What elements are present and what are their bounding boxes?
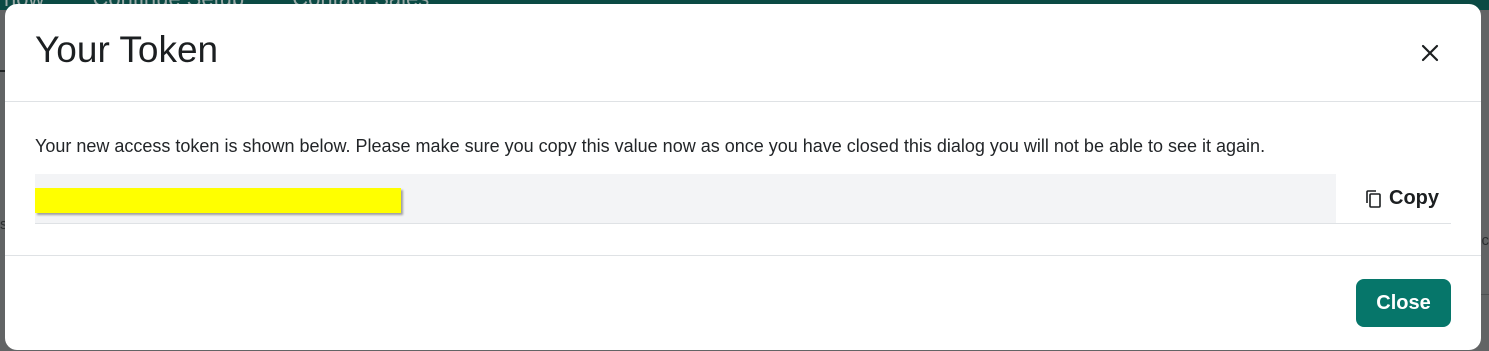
background-divider xyxy=(1481,294,1489,295)
token-dialog: Your Token Your new access token is show… xyxy=(5,4,1481,350)
copy-icon xyxy=(1365,189,1383,209)
dialog-body: Your new access token is shown below. Pl… xyxy=(5,102,1481,256)
copy-button[interactable]: Copy xyxy=(1353,174,1451,223)
token-field[interactable] xyxy=(35,174,1336,223)
close-button[interactable]: Close xyxy=(1356,279,1451,327)
token-value-redacted[interactable] xyxy=(35,188,401,213)
dialog-footer: Close xyxy=(5,256,1481,350)
background-text-fragment: c xyxy=(1481,232,1489,249)
dialog-title: Your Token xyxy=(35,29,219,70)
copy-button-label: Copy xyxy=(1389,187,1439,209)
token-description: Your new access token is shown below. Pl… xyxy=(35,136,1266,156)
dialog-header: Your Token xyxy=(5,4,1481,102)
close-icon[interactable] xyxy=(1419,42,1441,64)
token-row: Copy xyxy=(35,174,1451,224)
